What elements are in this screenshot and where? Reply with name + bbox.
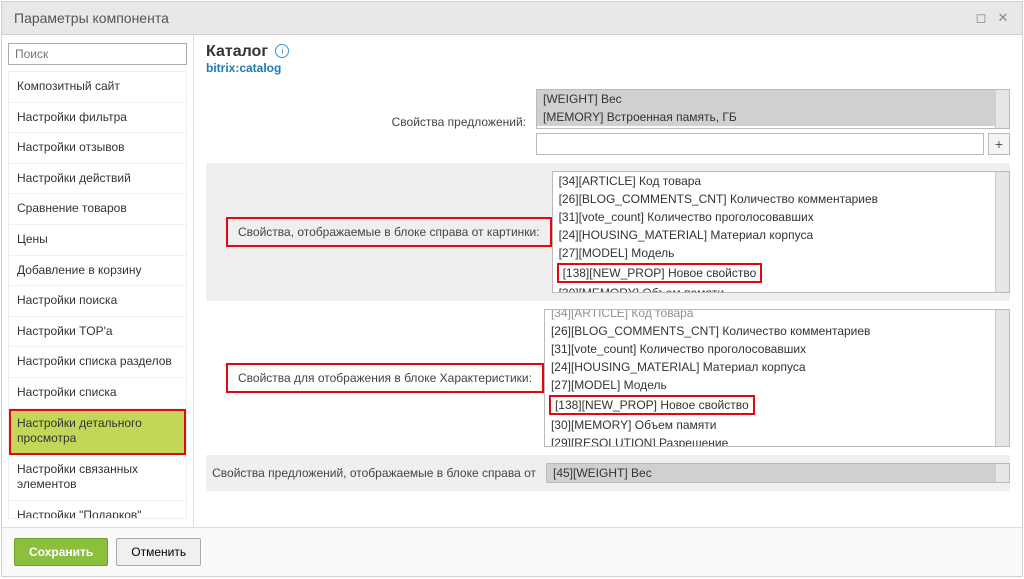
- row-label: Свойства предложений, отображаемые в бло…: [206, 466, 546, 480]
- right-block-props-listbox[interactable]: [34][ARTICLE] Код товара[26][BLOG_COMMEN…: [553, 172, 995, 292]
- sidebar-item[interactable]: Настройки списка: [9, 378, 186, 409]
- list-item[interactable]: [24][HOUSING_MATERIAL] Материал корпуса: [553, 226, 995, 244]
- search-input[interactable]: [8, 43, 187, 65]
- offer-props-listbox[interactable]: [WEIGHT] Вес[MEMORY] Встроенная память, …: [537, 90, 995, 128]
- list-item[interactable]: [34][ARTICLE] Код товара: [553, 172, 995, 190]
- save-button[interactable]: Сохранить: [14, 538, 108, 566]
- list-item[interactable]: [34][ARTICLE] Код товара: [545, 310, 995, 322]
- nav-list[interactable]: Композитный сайтНастройки фильтраНастрой…: [8, 71, 187, 519]
- list-item[interactable]: [27][MODEL] Модель: [545, 376, 995, 394]
- list-item[interactable]: [27][MODEL] Модель: [553, 244, 995, 262]
- page-title: Каталог: [206, 43, 268, 61]
- row-label: Свойства предложений:: [206, 115, 536, 129]
- titlebar: Параметры компонента ◻ ✕: [2, 2, 1022, 35]
- sidebar-item[interactable]: Настройки "Подарков": [9, 501, 186, 519]
- list-item[interactable]: [30][MEMORY] Объем памяти: [553, 284, 995, 292]
- sidebar-item[interactable]: Настройки фильтра: [9, 103, 186, 134]
- sidebar-item[interactable]: Настройки поиска: [9, 286, 186, 317]
- scrollbar[interactable]: [995, 310, 1009, 446]
- scrollbar[interactable]: [995, 172, 1009, 292]
- sidebar-item[interactable]: Настройки TOP'а: [9, 317, 186, 348]
- sidebar-item[interactable]: Композитный сайт: [9, 72, 186, 103]
- maximize-icon[interactable]: ◻: [974, 11, 988, 25]
- sidebar-item[interactable]: Настройки отзывов: [9, 133, 186, 164]
- list-item[interactable]: [MEMORY] Встроенная память, ГБ: [537, 108, 995, 126]
- dialog-title: Параметры компонента: [14, 10, 169, 26]
- list-item[interactable]: [31][vote_count] Количество проголосовав…: [553, 208, 995, 226]
- list-item[interactable]: [26][BLOG_COMMENTS_CNT] Количество комме…: [545, 322, 995, 340]
- sidebar-item[interactable]: Сравнение товаров: [9, 194, 186, 225]
- list-item[interactable]: [138][NEW_PROP] Новое свойство: [545, 394, 995, 416]
- list-item[interactable]: [45][WEIGHT] Вес: [547, 464, 995, 482]
- add-button[interactable]: +: [988, 133, 1010, 155]
- sidebar: Композитный сайтНастройки фильтраНастрой…: [2, 35, 194, 527]
- sidebar-item[interactable]: Цены: [9, 225, 186, 256]
- list-item[interactable]: [138][NEW_PROP] Новое свойство: [553, 262, 995, 284]
- characteristics-props-listbox[interactable]: [34][ARTICLE] Код товара[26][BLOG_COMMEN…: [545, 310, 995, 446]
- row-label: Свойства для отображения в блоке Характе…: [226, 363, 544, 393]
- param-row-offer-props: Свойства предложений: [WEIGHT] Вес[MEMOR…: [206, 81, 1010, 163]
- offer-props-input[interactable]: [536, 133, 984, 155]
- info-icon[interactable]: i: [275, 44, 289, 58]
- list-item[interactable]: [WEIGHT] Вес: [537, 90, 995, 108]
- main-panel: Каталог i bitrix:catalog Свойства предло…: [194, 35, 1022, 527]
- component-name: bitrix:catalog: [206, 61, 1010, 75]
- sidebar-item[interactable]: Настройки связанных элементов: [9, 455, 186, 501]
- param-row-right-block-props: Свойства, отображаемые в блоке справа от…: [206, 163, 1010, 301]
- list-item[interactable]: [29][RESOLUTION] Разрешение: [545, 434, 995, 446]
- sidebar-item[interactable]: Настройки детального просмотра: [9, 409, 186, 455]
- footer: Сохранить Отменить: [2, 527, 1022, 576]
- sidebar-item[interactable]: Настройки действий: [9, 164, 186, 195]
- param-row-characteristics-props: Свойства для отображения в блоке Характе…: [206, 301, 1010, 455]
- list-item[interactable]: [31][vote_count] Количество проголосовав…: [545, 340, 995, 358]
- list-item[interactable]: [30][MEMORY] Объем памяти: [545, 416, 995, 434]
- close-icon[interactable]: ✕: [996, 11, 1010, 25]
- param-row-offer-right-props: Свойства предложений, отображаемые в бло…: [206, 455, 1010, 491]
- list-item[interactable]: [24][HOUSING_MATERIAL] Материал корпуса: [545, 358, 995, 376]
- sidebar-item[interactable]: Добавление в корзину: [9, 256, 186, 287]
- scrollbar[interactable]: [995, 90, 1009, 128]
- dialog: Параметры компонента ◻ ✕ Композитный сай…: [1, 1, 1023, 577]
- cancel-button[interactable]: Отменить: [116, 538, 201, 566]
- scrollbar[interactable]: [995, 464, 1009, 482]
- sidebar-item[interactable]: Настройки списка разделов: [9, 347, 186, 378]
- row-label: Свойства, отображаемые в блоке справа от…: [226, 217, 552, 247]
- list-item[interactable]: [26][BLOG_COMMENTS_CNT] Количество комме…: [553, 190, 995, 208]
- offer-right-props-listbox[interactable]: [45][WEIGHT] Вес[46][MEMORY] Встроенная …: [547, 464, 995, 482]
